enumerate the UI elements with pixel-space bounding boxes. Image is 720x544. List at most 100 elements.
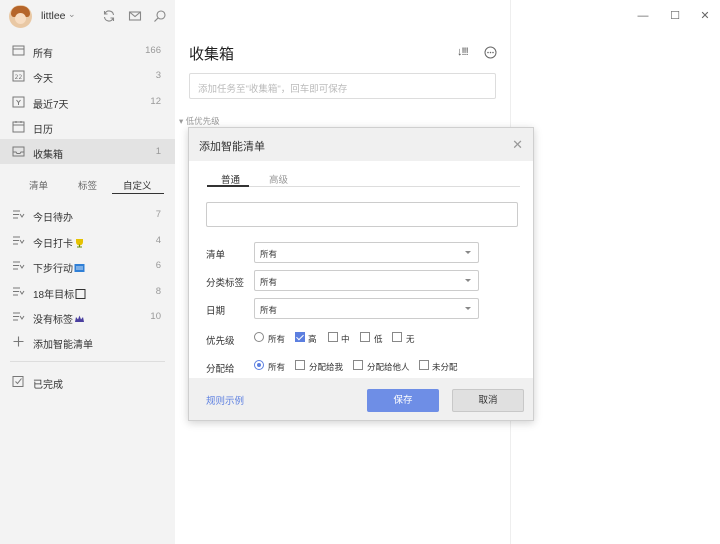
smart-list-item[interactable]: 下步行动 6	[0, 253, 175, 278]
add-task-input[interactable]: 添加任务至"收集箱"，回车即可保存	[189, 73, 496, 99]
crown-icon	[75, 315, 84, 322]
sidebar-top-bar: littlee ⌄	[0, 0, 175, 34]
tab-divider	[207, 186, 520, 187]
smart-list-label: 下步行动	[33, 260, 85, 275]
add-smart-list-button[interactable]: 添加智能清单	[0, 329, 175, 354]
smart-list-count: 8	[155, 286, 161, 297]
add-task-placeholder: 添加任务至"收集箱"，回车即可保存	[198, 84, 348, 95]
add-smart-list-dialog: 添加智能清单 ✕ 普通 高级 清单 所有 分类标签 所有 日期 所有 优先级 所…	[188, 127, 534, 421]
date-label: 日期	[206, 306, 226, 317]
list-select[interactable]: 所有	[254, 242, 479, 263]
calendar-week-icon	[12, 95, 25, 108]
assign-others-checkbox[interactable]	[353, 360, 363, 370]
smart-list-label: 今日待办	[33, 213, 73, 224]
calendar-day-icon: 22	[12, 69, 25, 82]
sync-icon[interactable]	[102, 9, 116, 23]
sidebar-item-completed[interactable]: 已完成	[0, 369, 175, 394]
svg-text:22: 22	[15, 74, 23, 81]
priority-all-radio[interactable]	[254, 332, 264, 342]
tab-lists[interactable]: 清单	[29, 178, 48, 192]
tab-custom[interactable]: 自定义	[123, 178, 152, 192]
assign-me-checkbox[interactable]	[295, 360, 305, 370]
rule-example-link[interactable]: 规则示例	[206, 393, 244, 407]
avatar[interactable]	[9, 5, 32, 28]
all-icon	[12, 44, 25, 57]
priority-option-label: 无	[406, 334, 415, 344]
smart-list-item[interactable]: 18年目标 8	[0, 279, 175, 304]
assign-option-label: 分配给我	[309, 362, 344, 372]
filter-list-icon	[12, 234, 25, 247]
date-select[interactable]: 所有	[254, 298, 479, 319]
page-title: 收集箱	[189, 46, 235, 63]
close-icon[interactable]: ✕	[698, 9, 712, 23]
group-label: 低优先级	[185, 116, 220, 126]
sidebar-item-all[interactable]: 所有 166	[0, 38, 175, 63]
priority-option-label: 中	[341, 334, 350, 344]
filter-list-icon	[12, 208, 25, 221]
priority-none-checkbox[interactable]	[392, 332, 402, 342]
smart-list-name-input[interactable]	[206, 202, 518, 227]
list-label: 清单	[206, 250, 226, 261]
tag-select[interactable]: 所有	[254, 270, 479, 291]
chevron-down-icon[interactable]: ⌄	[68, 9, 76, 20]
smart-list-count: 6	[155, 260, 161, 271]
priority-medium-checkbox[interactable]	[328, 332, 338, 342]
sidebar-sub-tabs: 清单 标签 自定义	[0, 174, 175, 196]
smart-list-count: 10	[150, 311, 161, 322]
close-icon[interactable]: ✕	[512, 137, 523, 153]
sidebar-item-week[interactable]: 最近7天 12	[0, 89, 175, 114]
tab-underline	[112, 193, 164, 194]
add-smart-list-label: 添加智能清单	[33, 340, 93, 351]
priority-option-label: 高	[308, 334, 317, 344]
sidebar-item-inbox[interactable]: 收集箱 1	[0, 139, 175, 164]
priority-option-label: 所有	[268, 334, 286, 344]
cancel-button[interactable]: 取消	[452, 389, 524, 412]
smart-list-item[interactable]: 今日打卡 4	[0, 228, 175, 253]
assign-label: 分配给	[206, 364, 235, 375]
mail-icon[interactable]	[128, 9, 142, 23]
sidebar-item-label: 收集箱	[33, 150, 63, 161]
calendar-icon	[12, 120, 25, 133]
checkbox-icon	[12, 375, 25, 388]
maximize-icon[interactable]: ☐	[668, 9, 682, 23]
sidebar-item-label: 最近7天	[33, 100, 69, 111]
tab-normal[interactable]: 普通	[221, 172, 240, 186]
sidebar-item-label: 日历	[33, 125, 53, 136]
save-button[interactable]: 保存	[367, 389, 439, 412]
minimize-icon[interactable]: —	[636, 9, 650, 23]
smart-list-text: 下步行动	[33, 264, 73, 275]
chevron-down-icon	[465, 307, 471, 310]
filter-list-icon	[12, 285, 25, 298]
sidebar-item-calendar[interactable]: 日历	[0, 114, 175, 139]
sort-icon[interactable]: ↓!!!	[457, 46, 469, 58]
tab-tags[interactable]: 标签	[78, 178, 97, 192]
smart-list-text: 没有标签	[33, 315, 73, 326]
blue-box-icon	[74, 264, 85, 272]
group-header[interactable]: ▾ 低优先级	[179, 115, 220, 127]
priority-high-checkbox[interactable]	[295, 332, 305, 342]
sidebar: littlee ⌄ 所有 166 22 今天 3 最近7天 12 日历 收集箱 …	[0, 0, 175, 544]
priority-low-checkbox[interactable]	[360, 332, 370, 342]
avatar-face	[15, 13, 26, 24]
divider	[10, 361, 165, 362]
sidebar-item-count: 166	[145, 45, 161, 56]
assign-all-radio[interactable]	[254, 360, 264, 370]
sidebar-item-count: 1	[155, 146, 161, 157]
assign-option-label: 未分配	[432, 362, 458, 372]
assign-option-label: 所有	[268, 362, 286, 372]
username[interactable]: littlee	[41, 10, 66, 22]
chevron-down-icon	[465, 279, 471, 282]
search-icon[interactable]	[153, 9, 167, 23]
assign-none-checkbox[interactable]	[419, 360, 429, 370]
tag-label: 分类标签	[206, 278, 245, 289]
more-options-icon[interactable]	[484, 46, 497, 59]
dialog-title: 添加智能清单	[199, 141, 265, 153]
smart-list-count: 7	[155, 209, 161, 220]
sidebar-item-label: 已完成	[33, 380, 63, 391]
date-select-value: 所有	[260, 305, 278, 315]
sidebar-item-today[interactable]: 22 今天 3	[0, 63, 175, 88]
chevron-down-icon	[465, 251, 471, 254]
smart-list-item[interactable]: 今日待办 7	[0, 202, 175, 227]
tab-advanced[interactable]: 高级	[269, 172, 288, 186]
smart-list-item[interactable]: 没有标签 10	[0, 304, 175, 329]
